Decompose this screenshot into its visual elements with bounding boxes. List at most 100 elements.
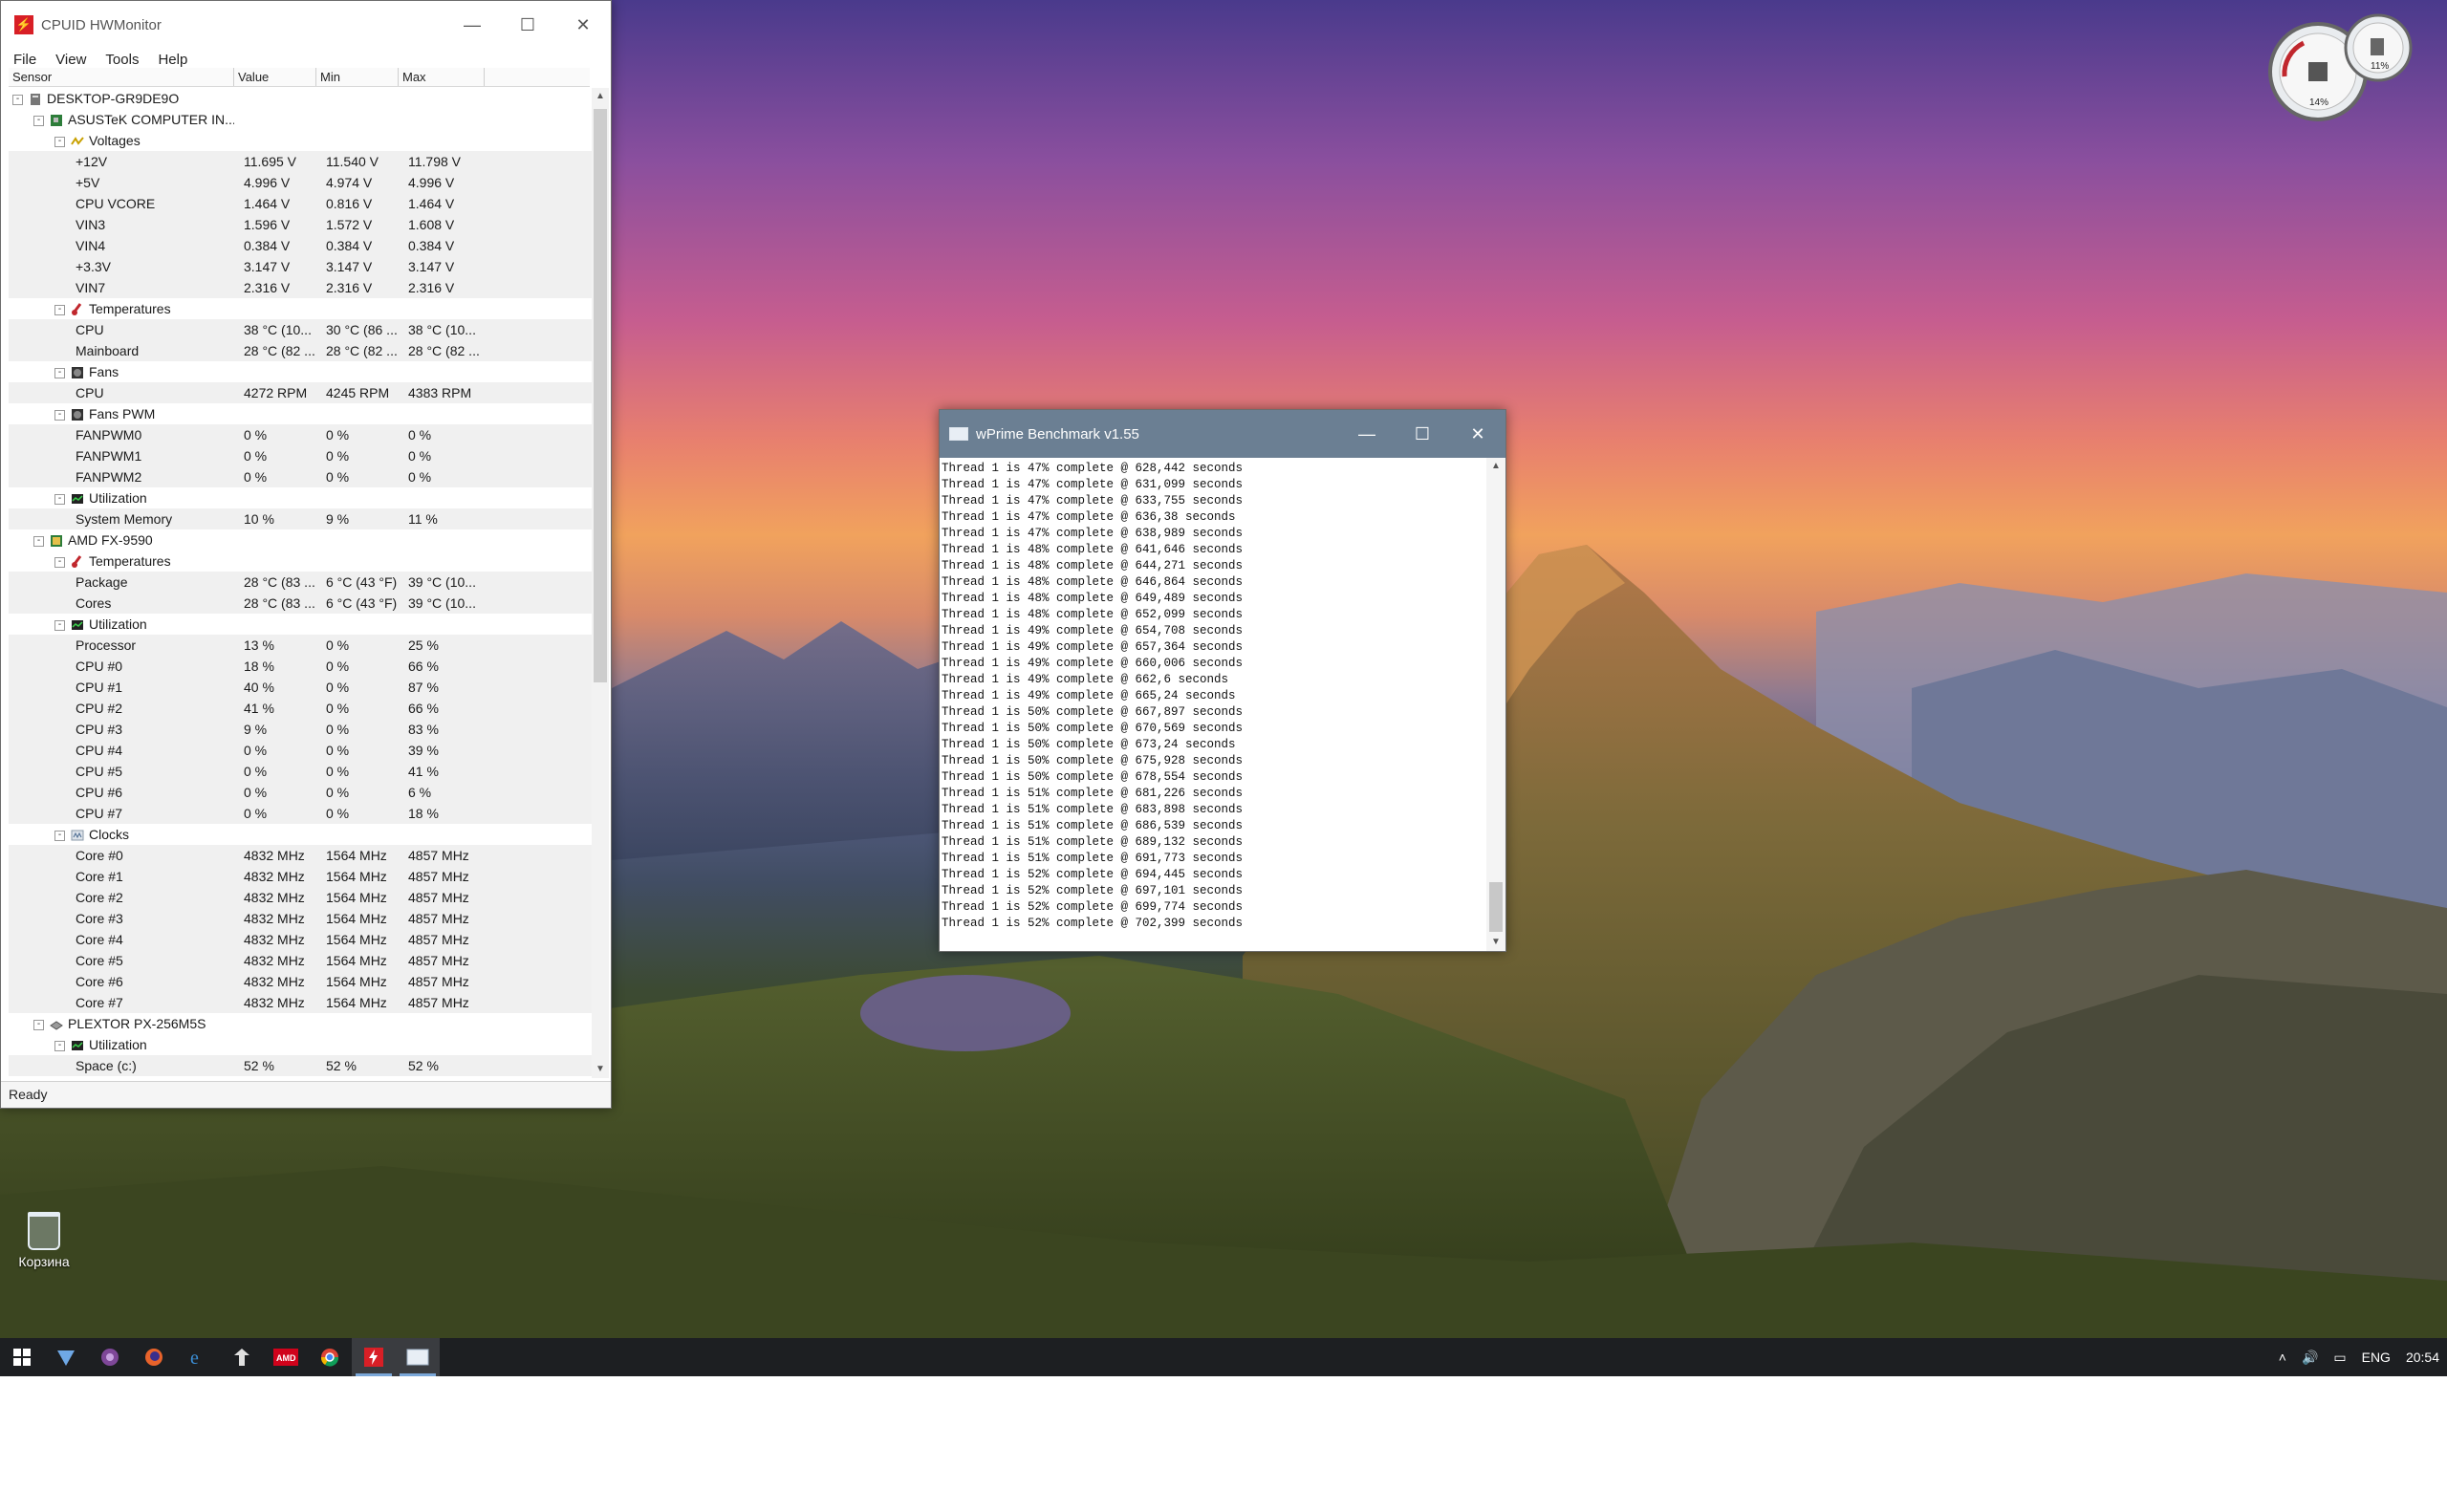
cpu-meter-gadget[interactable]: 14% 11% bbox=[2265, 10, 2418, 124]
collapse-toggle-icon[interactable]: - bbox=[54, 1040, 65, 1051]
tree-node[interactable]: - Fans PWM bbox=[9, 403, 592, 424]
column-value[interactable]: Value bbox=[234, 68, 316, 86]
sensor-row[interactable]: Mainboard 28 °C (82 ... 28 °C (82 ... 28 °C… bbox=[9, 340, 592, 361]
sensor-row[interactable]: Cores 28 °C (83 ... 6 °C (43 °F) 39 °C (10.… bbox=[9, 593, 592, 614]
sensor-row[interactable]: CPU #6 0 % 0 % 6 % bbox=[9, 782, 592, 803]
sensor-tree[interactable]: - DESKTOP-GR9DE9O - ASUSTeK COMPUTER IN... -… bbox=[9, 88, 592, 1078]
language-indicator[interactable]: ENG bbox=[2362, 1350, 2391, 1365]
sensor-row[interactable]: FANPWM2 0 % 0 % 0 % bbox=[9, 466, 592, 487]
tree-node[interactable]: - DESKTOP-GR9DE9O bbox=[9, 88, 592, 109]
collapse-toggle-icon[interactable]: - bbox=[12, 94, 23, 105]
taskbar-edge[interactable]: e bbox=[176, 1338, 220, 1376]
sensor-row[interactable]: VIN4 0.384 V 0.384 V 0.384 V bbox=[9, 235, 592, 256]
sensor-row[interactable]: +5V 4.996 V 4.974 V 4.996 V bbox=[9, 172, 592, 193]
start-button[interactable] bbox=[0, 1338, 44, 1376]
sensor-row[interactable]: CPU #5 0 % 0 % 41 % bbox=[9, 761, 592, 782]
collapse-toggle-icon[interactable]: - bbox=[54, 304, 65, 315]
tree-node[interactable]: - Voltages bbox=[9, 130, 592, 151]
maximize-button[interactable]: ☐ bbox=[1395, 410, 1450, 458]
wprime-window[interactable]: wPrime Benchmark v1.55 — ☐ ✕ Thread 1 is… bbox=[939, 409, 1506, 952]
column-max[interactable]: Max bbox=[399, 68, 485, 86]
sensor-row[interactable]: CPU #3 9 % 0 % 83 % bbox=[9, 719, 592, 740]
sensor-row[interactable]: Core #7 4832 MHz 1564 MHz 4857 MHz bbox=[9, 992, 592, 1013]
scrollbar-thumb[interactable] bbox=[1489, 882, 1503, 932]
wprime-titlebar[interactable]: wPrime Benchmark v1.55 — ☐ ✕ bbox=[940, 410, 1505, 458]
tree-node[interactable]: - Clocks bbox=[9, 824, 592, 845]
collapse-toggle-icon[interactable]: - bbox=[54, 619, 65, 631]
sensor-row[interactable]: Core #3 4832 MHz 1564 MHz 4857 MHz bbox=[9, 908, 592, 929]
volume-icon[interactable]: 🔊 bbox=[2302, 1350, 2318, 1366]
scroll-up-arrow-icon[interactable]: ▲ bbox=[592, 88, 609, 105]
close-button[interactable]: ✕ bbox=[555, 1, 611, 49]
taskbar-firefox[interactable] bbox=[132, 1338, 176, 1376]
menu-tools[interactable]: Tools bbox=[105, 52, 139, 68]
sensor-tree-scrollbar[interactable]: ▲ ▼ bbox=[592, 88, 609, 1078]
collapse-toggle-icon[interactable]: - bbox=[54, 136, 65, 147]
tree-node[interactable]: - Utilization bbox=[9, 1034, 592, 1055]
collapse-toggle-icon[interactable]: - bbox=[54, 830, 65, 841]
tree-node[interactable]: - Fans bbox=[9, 361, 592, 382]
sensor-row[interactable]: +12V 11.695 V 11.540 V 11.798 V bbox=[9, 151, 592, 172]
tree-node[interactable]: - AMD FX-9590 bbox=[9, 529, 592, 551]
sensor-row[interactable]: Core #4 4832 MHz 1564 MHz 4857 MHz bbox=[9, 929, 592, 950]
taskbar-app[interactable] bbox=[220, 1338, 264, 1376]
sensor-row[interactable]: Space (c:) 52 % 52 % 52 % bbox=[9, 1055, 592, 1076]
scrollbar-thumb[interactable] bbox=[594, 109, 607, 682]
column-min[interactable]: Min bbox=[316, 68, 399, 86]
scroll-down-arrow-icon[interactable]: ▼ bbox=[1486, 934, 1505, 951]
minimize-button[interactable]: — bbox=[1339, 410, 1395, 458]
hwmonitor-titlebar[interactable]: ⚡ CPUID HWMonitor — ☐ ✕ bbox=[1, 1, 611, 49]
column-sensor[interactable]: Sensor bbox=[9, 68, 234, 86]
taskbar-tor[interactable] bbox=[88, 1338, 132, 1376]
sensor-row[interactable]: VIN3 1.596 V 1.572 V 1.608 V bbox=[9, 214, 592, 235]
recycle-bin-shortcut[interactable]: Корзина bbox=[8, 1212, 80, 1269]
taskbar-hwmonitor[interactable] bbox=[352, 1338, 396, 1376]
collapse-toggle-icon[interactable]: - bbox=[33, 535, 44, 547]
sensor-row[interactable]: Core #5 4832 MHz 1564 MHz 4857 MHz bbox=[9, 950, 592, 971]
scroll-up-arrow-icon[interactable]: ▲ bbox=[1486, 458, 1505, 475]
collapse-toggle-icon[interactable]: - bbox=[33, 115, 44, 126]
maximize-button[interactable]: ☐ bbox=[500, 1, 555, 49]
tree-node[interactable]: - PLEXTOR PX-256M5S bbox=[9, 1013, 592, 1034]
scroll-down-arrow-icon[interactable]: ▼ bbox=[592, 1061, 609, 1078]
chevron-up-icon[interactable]: ˄ bbox=[2279, 1350, 2286, 1365]
menu-view[interactable]: View bbox=[55, 52, 86, 68]
sensor-row[interactable]: Package 28 °C (83 ... 6 °C (43 °F) 39 °C (1… bbox=[9, 572, 592, 593]
sensor-row[interactable]: +3.3V 3.147 V 3.147 V 3.147 V bbox=[9, 256, 592, 277]
log-scrollbar[interactable]: ▲ ▼ bbox=[1486, 458, 1505, 951]
tree-node[interactable]: - Utilization bbox=[9, 614, 592, 635]
sensor-row[interactable]: CPU #1 40 % 0 % 87 % bbox=[9, 677, 592, 698]
menu-help[interactable]: Help bbox=[158, 52, 187, 68]
tree-node[interactable]: - Temperatures bbox=[9, 551, 592, 572]
hwmonitor-window[interactable]: ⚡ CPUID HWMonitor — ☐ ✕ File View Tools Hel… bbox=[0, 0, 612, 1109]
collapse-toggle-icon[interactable]: - bbox=[54, 556, 65, 568]
sensor-row[interactable]: FANPWM1 0 % 0 % 0 % bbox=[9, 445, 592, 466]
sensor-row[interactable]: VIN7 2.316 V 2.316 V 2.316 V bbox=[9, 277, 592, 298]
sensor-row[interactable]: CPU #4 0 % 0 % 39 % bbox=[9, 740, 592, 761]
sensor-row[interactable]: Core #6 4832 MHz 1564 MHz 4857 MHz bbox=[9, 971, 592, 992]
network-icon[interactable]: ▭ bbox=[2333, 1350, 2346, 1366]
close-button[interactable]: ✕ bbox=[1450, 410, 1505, 458]
sensor-row[interactable]: CPU 38 °C (10... 30 °C (86 ... 38 °C (10... bbox=[9, 319, 592, 340]
tree-node[interactable]: - Utilization bbox=[9, 487, 592, 508]
sensor-row[interactable]: System Memory 10 % 9 % 11 % bbox=[9, 508, 592, 529]
sensor-row[interactable]: CPU 4272 RPM 4245 RPM 4383 RPM bbox=[9, 382, 592, 403]
sensor-row[interactable]: Processor 13 % 0 % 25 % bbox=[9, 635, 592, 656]
menu-file[interactable]: File bbox=[13, 52, 36, 68]
tree-node[interactable]: - ASUSTeK COMPUTER IN... bbox=[9, 109, 592, 130]
taskbar-amd[interactable]: AMD bbox=[264, 1338, 308, 1376]
sensor-row[interactable]: FANPWM0 0 % 0 % 0 % bbox=[9, 424, 592, 445]
sensor-row[interactable]: Core #1 4832 MHz 1564 MHz 4857 MHz bbox=[9, 866, 592, 887]
minimize-button[interactable]: — bbox=[444, 1, 500, 49]
collapse-toggle-icon[interactable]: - bbox=[54, 367, 65, 378]
collapse-toggle-icon[interactable]: - bbox=[54, 409, 65, 421]
sensor-row[interactable]: Core #0 4832 MHz 1564 MHz 4857 MHz bbox=[9, 845, 592, 866]
taskbar-browser[interactable] bbox=[44, 1338, 88, 1376]
clock[interactable]: 20:54 bbox=[2406, 1350, 2439, 1365]
sensor-row[interactable]: Core #2 4832 MHz 1564 MHz 4857 MHz bbox=[9, 887, 592, 908]
collapse-toggle-icon[interactable]: - bbox=[33, 1019, 44, 1030]
sensor-row[interactable]: CPU #0 18 % 0 % 66 % bbox=[9, 656, 592, 677]
collapse-toggle-icon[interactable]: - bbox=[54, 493, 65, 505]
tree-node[interactable]: - Temperatures bbox=[9, 298, 592, 319]
sensor-row[interactable]: CPU VCORE 1.464 V 0.816 V 1.464 V bbox=[9, 193, 592, 214]
